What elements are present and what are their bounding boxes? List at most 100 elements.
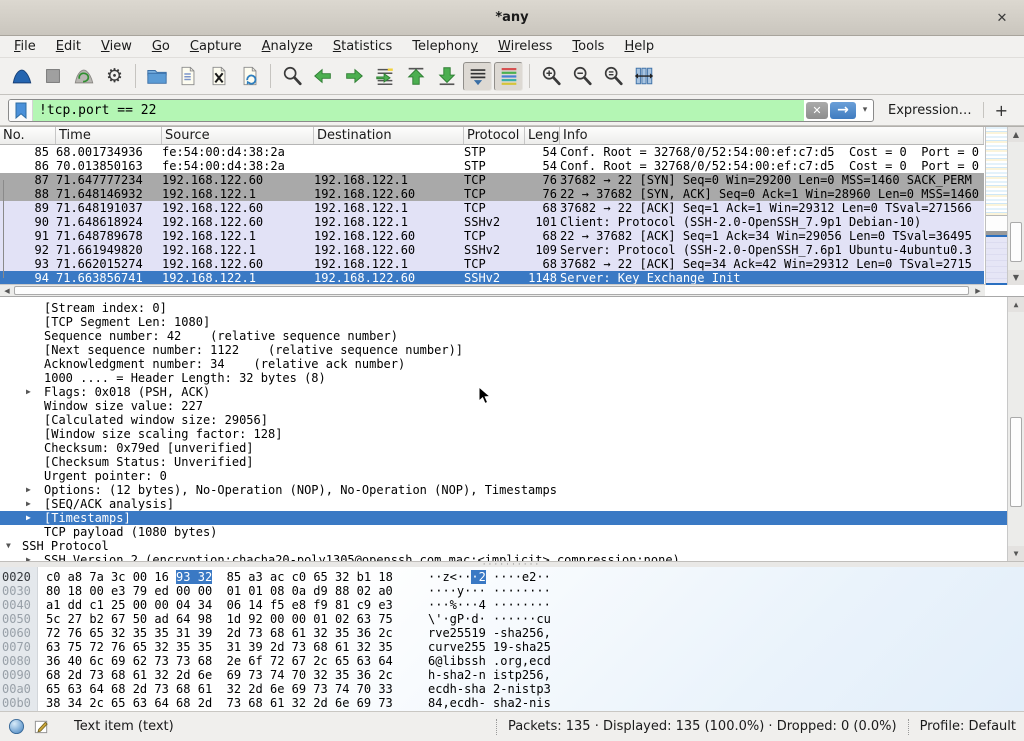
expert-info-icon[interactable]	[8, 718, 25, 735]
hex-bytes[interactable]: a1 dd c1 25 00 00 04 34 06 14 f5 e8 f9 8…	[46, 598, 428, 612]
hex-bytes[interactable]: 36 40 6c 69 62 73 73 68 2e 6f 72 67 2c 6…	[46, 654, 428, 668]
hex-ascii[interactable]: \'·gP·d· ······cu	[428, 612, 551, 626]
hex-bytes[interactable]: 72 76 65 32 35 35 31 39 2d 73 68 61 32 3…	[46, 626, 428, 640]
hex-ascii[interactable]: curve255 19-sha25	[428, 640, 551, 654]
toolbar-auto-scroll[interactable]	[463, 62, 492, 91]
toolbar-resize-columns[interactable]	[629, 62, 658, 91]
detail-line[interactable]: ▼SSH Protocol	[0, 539, 1024, 553]
menu-item-capture[interactable]: Capture	[180, 37, 252, 56]
hex-ascii[interactable]: 84,ecdh- sha2-nis	[428, 696, 551, 710]
hex-ascii[interactable]: ····y··· ········	[428, 584, 551, 598]
toolbar-capture-options[interactable]: ⚙	[100, 62, 129, 91]
collapsed-icon[interactable]: ▶	[26, 483, 31, 497]
detail-line[interactable]: [Stream index: 0]	[0, 301, 1024, 315]
column-header-time[interactable]: Time	[56, 127, 162, 144]
hex-row-0060[interactable]: 006072 76 65 32 35 35 31 39 2d 73 68 61 …	[0, 626, 1024, 640]
packet-row-86[interactable]: 8670.013850163fe:54:00:d4:38:2aSTP54Conf…	[0, 159, 984, 173]
packet-row-90[interactable]: 9071.648618924192.168.122.60192.168.122.…	[0, 215, 984, 229]
detail-line[interactable]: Window size value: 227	[0, 399, 1024, 413]
hscrollbar-thumb[interactable]	[14, 286, 969, 295]
toolbar-close-file[interactable]	[204, 62, 233, 91]
column-header-length[interactable]: Length	[525, 127, 560, 144]
collapsed-icon[interactable]: ▶	[26, 553, 31, 561]
clear-filter-icon[interactable]: ✕	[806, 102, 828, 119]
menu-item-telephony[interactable]: Telephony	[402, 37, 488, 56]
packet-list-minimap[interactable]	[985, 127, 1007, 285]
hex-row-0050[interactable]: 00505c 27 b2 67 50 ad 64 98 1d 92 00 00 …	[0, 612, 1024, 626]
hex-bytes[interactable]: 5c 27 b2 67 50 ad 64 98 1d 92 00 00 01 0…	[46, 612, 428, 626]
menu-item-help[interactable]: Help	[614, 37, 664, 56]
toolbar-find-packet[interactable]	[277, 62, 306, 91]
detail-line[interactable]: [Calculated window size: 29056]	[0, 413, 1024, 427]
packet-row-94[interactable]: 9471.663856741192.168.122.1192.168.122.6…	[0, 271, 984, 285]
hex-row-0040[interactable]: 0040a1 dd c1 25 00 00 04 34 06 14 f5 e8 …	[0, 598, 1024, 612]
hex-ascii[interactable]: ··z<···2 ····e2··	[428, 570, 551, 584]
packet-row-88[interactable]: 8871.648146932192.168.122.1192.168.122.6…	[0, 187, 984, 201]
expression-button[interactable]: Expression…	[888, 103, 972, 118]
scroll-left-icon[interactable]: ◀	[0, 285, 14, 296]
toolbar-stop-capture[interactable]	[38, 62, 67, 91]
toolbar-start-capture[interactable]	[7, 62, 36, 91]
hex-row-0070[interactable]: 007063 75 72 76 65 32 35 35 31 39 2d 73 …	[0, 640, 1024, 654]
detail-line[interactable]: [Next sequence number: 1122 (relative se…	[0, 343, 1024, 357]
titlebar[interactable]: *any ✕	[0, 0, 1024, 36]
toolbar-open-file[interactable]	[142, 62, 171, 91]
toolbar-zoom-out[interactable]	[567, 62, 596, 91]
status-profile[interactable]: Profile: Default	[920, 719, 1016, 734]
hex-bytes[interactable]: 65 63 64 68 2d 73 68 61 32 2d 6e 69 73 7…	[46, 682, 428, 696]
hex-row-0030[interactable]: 003080 18 00 e3 79 ed 00 00 01 01 08 0a …	[0, 584, 1024, 598]
close-icon[interactable]: ✕	[992, 8, 1012, 28]
collapsed-icon[interactable]: ▶	[26, 511, 31, 525]
hex-ascii[interactable]: h-sha2-n istp256,	[428, 668, 551, 682]
display-filter-field[interactable]: ✕ → ▾	[8, 99, 874, 122]
hex-row-0080[interactable]: 008036 40 6c 69 62 73 73 68 2e 6f 72 67 …	[0, 654, 1024, 668]
add-filter-button[interactable]: +	[995, 101, 1008, 120]
details-vscrollbar[interactable]: ▲ ▼	[1007, 297, 1024, 561]
filter-history-caret-icon[interactable]: ▾	[857, 100, 873, 121]
hex-bytes[interactable]: 68 2d 73 68 61 32 2d 6e 69 73 74 70 32 3…	[46, 668, 428, 682]
packet-row-89[interactable]: 8971.648191037192.168.122.60192.168.122.…	[0, 201, 984, 215]
packet-row-92[interactable]: 9271.661949820192.168.122.1192.168.122.6…	[0, 243, 984, 257]
display-filter-input[interactable]	[33, 100, 804, 121]
toolbar-go-back[interactable]	[308, 62, 337, 91]
toolbar-go-last[interactable]	[432, 62, 461, 91]
detail-line[interactable]: Checksum: 0x79ed [unverified]	[0, 441, 1024, 455]
packet-row-93[interactable]: 9371.662015274192.168.122.60192.168.122.…	[0, 257, 984, 271]
detail-line[interactable]: 1000 .... = Header Length: 32 bytes (8)	[0, 371, 1024, 385]
scroll-up-icon[interactable]: ▲	[1008, 297, 1024, 312]
column-header-no[interactable]: No.	[0, 127, 56, 144]
toolbar-go-to-packet[interactable]	[370, 62, 399, 91]
toolbar-zoom-original[interactable]	[598, 62, 627, 91]
packet-list-hscrollbar[interactable]: ◀ ▶	[0, 284, 985, 296]
detail-line[interactable]: ▶Flags: 0x018 (PSH, ACK)	[0, 385, 1024, 399]
toolbar-save-file[interactable]	[173, 62, 202, 91]
scrollbar-thumb[interactable]	[1010, 222, 1022, 262]
toolbar-reload-file[interactable]	[235, 62, 264, 91]
capture-comment-icon[interactable]	[33, 718, 50, 735]
collapsed-icon[interactable]: ▶	[26, 385, 31, 399]
detail-line[interactable]: ▶[Timestamps]	[0, 511, 1024, 525]
hex-row-00b0[interactable]: 00b038 34 2c 65 63 64 68 2d 73 68 61 32 …	[0, 696, 1024, 710]
detail-line[interactable]: [TCP Segment Len: 1080]	[0, 315, 1024, 329]
menu-item-wireless[interactable]: Wireless	[488, 37, 562, 56]
hex-ascii[interactable]: rve25519 -sha256,	[428, 626, 551, 640]
expanded-icon[interactable]: ▼	[6, 539, 11, 553]
collapsed-icon[interactable]: ▶	[26, 497, 31, 511]
menu-item-file[interactable]: File	[4, 37, 46, 56]
hex-row-0090[interactable]: 009068 2d 73 68 61 32 2d 6e 69 73 74 70 …	[0, 668, 1024, 682]
hex-ascii[interactable]: ···%···4 ········	[428, 598, 551, 612]
apply-filter-icon[interactable]: →	[830, 102, 856, 119]
menu-item-view[interactable]: View	[91, 37, 142, 56]
hex-bytes[interactable]: 38 34 2c 65 63 64 68 2d 73 68 61 32 2d 6…	[46, 696, 428, 710]
menu-item-statistics[interactable]: Statistics	[323, 37, 402, 56]
column-header-destination[interactable]: Destination	[314, 127, 464, 144]
detail-line[interactable]: [Window size scaling factor: 128]	[0, 427, 1024, 441]
menu-item-edit[interactable]: Edit	[46, 37, 91, 56]
column-header-protocol[interactable]: Protocol	[464, 127, 525, 144]
hex-bytes[interactable]: 63 75 72 76 65 32 35 35 31 39 2d 73 68 6…	[46, 640, 428, 654]
toolbar-go-first[interactable]	[401, 62, 430, 91]
hex-bytes[interactable]: c0 a8 7a 3c 00 16 93 32 85 a3 ac c0 65 3…	[46, 570, 428, 584]
packet-row-85[interactable]: 8568.001734936fe:54:00:d4:38:2aSTP54Conf…	[0, 145, 984, 159]
menu-item-go[interactable]: Go	[142, 37, 180, 56]
toolbar-restart-capture[interactable]	[69, 62, 98, 91]
